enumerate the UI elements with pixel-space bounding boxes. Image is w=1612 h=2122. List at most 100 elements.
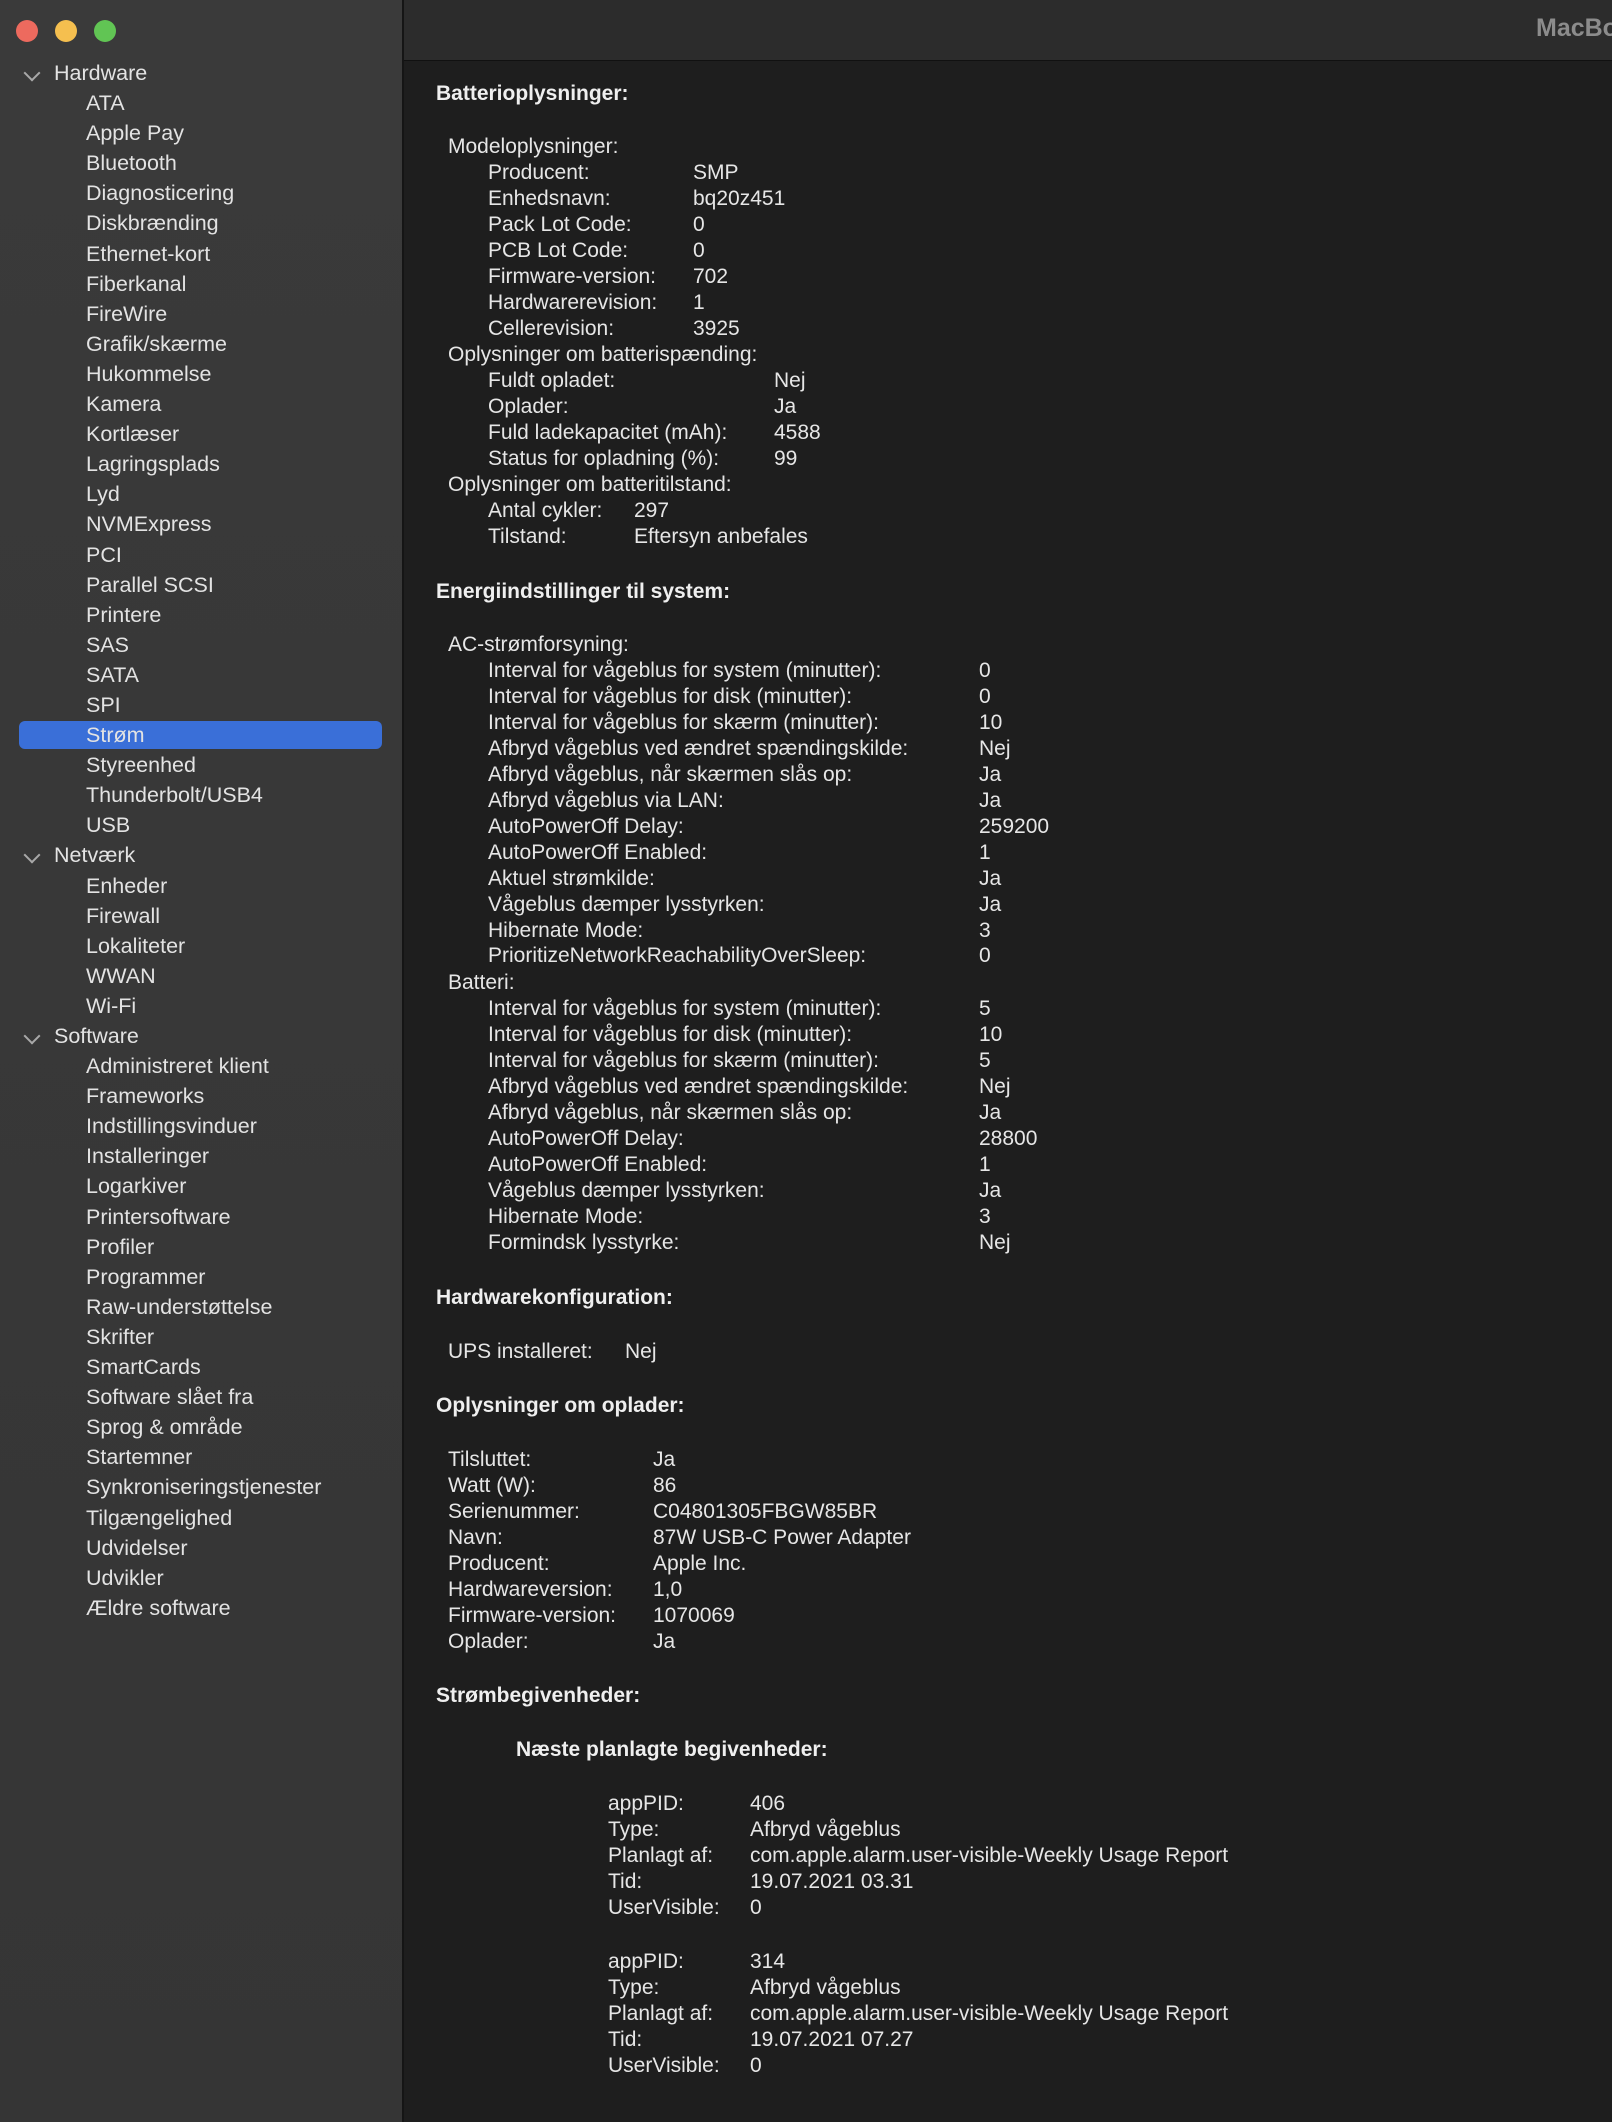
sidebar-item-label: Printere (86, 602, 162, 627)
sidebar-item-parallel-scsi[interactable]: Parallel SCSI (0, 570, 402, 600)
sidebar-item-logarkiver[interactable]: Logarkiver (0, 1171, 402, 1201)
zoom-window-button[interactable] (94, 20, 116, 42)
subsection-heading: AC-strømforsyning: (448, 633, 629, 656)
sidebar-item-styreenhed[interactable]: Styreenhed (0, 750, 402, 780)
sidebar-item-thunderbolt-usb4[interactable]: Thunderbolt/USB4 (0, 780, 402, 810)
sidebar-item-installeringer[interactable]: Installeringer (0, 1141, 402, 1171)
sidebar-item-label: Hardware (54, 61, 148, 85)
charger-info-value: C04801305FBGW85BR (653, 1499, 878, 1523)
main-pane: MacBo Batterioplysninger: Modeloplysninge… (404, 0, 1612, 2122)
sidebar-item-label: SATA (86, 662, 139, 687)
battery-setting-label: Interval for vågeblus for skærm (minutte… (488, 1048, 879, 1072)
health-info-value: 297 (634, 499, 670, 522)
close-window-button[interactable] (16, 20, 38, 42)
model-info-label: Enhedsnavn: (488, 186, 611, 210)
sidebar-item-sas[interactable]: SAS (0, 630, 402, 660)
sidebar-item-label: USB (86, 813, 131, 838)
model-info-value: 1 (693, 290, 705, 314)
sidebar-item-sprog-omra-de[interactable]: Sprog & område (0, 1412, 402, 1442)
sidebar-item-wi-fi[interactable]: Wi-Fi (0, 991, 402, 1021)
sidebar-item-printersoftware[interactable]: Printersoftware (0, 1202, 402, 1232)
battery-setting-value: Nej (979, 1074, 1011, 1098)
sidebar-item-label: Software slået fra (86, 1385, 254, 1410)
sidebar-item-synkroniseringstjenester[interactable]: Synkroniseringstjenester (0, 1472, 402, 1502)
sidebar-item-startemner[interactable]: Startemner (0, 1442, 402, 1472)
sidebar-item-spi[interactable]: SPI (0, 690, 402, 720)
sidebar-item-frameworks[interactable]: Frameworks (0, 1081, 402, 1111)
sidebar-item-ethernet-kort[interactable]: Ethernet-kort (0, 239, 402, 269)
sidebar-item-lokaliteter[interactable]: Lokaliteter (0, 931, 402, 961)
sidebar-item-diskbr-nding[interactable]: Diskbrænding (0, 208, 402, 238)
event-2-label: Planlagt af: (608, 2001, 714, 2025)
sidebar-item-firewire[interactable]: FireWire (0, 299, 402, 329)
sidebar-item-hukommelse[interactable]: Hukommelse (0, 359, 402, 389)
sidebar-item-str-m[interactable]: Strøm (0, 720, 402, 750)
charge-info-label: Oplader: (488, 394, 569, 418)
sidebar-item-kortl-ser[interactable]: Kortlæser (0, 419, 402, 449)
charge-info-label: Fuldt opladet: (488, 369, 616, 392)
charger-info-value: Apple Inc. (653, 1551, 747, 1575)
sidebar-item-label: NVMExpress (86, 512, 212, 537)
sidebar-item-udvikler[interactable]: Udvikler (0, 1563, 402, 1593)
sidebar-item-label: Programmer (86, 1264, 206, 1289)
ac-setting-value: 0 (979, 684, 991, 708)
sidebar-item-label: FireWire (86, 301, 168, 326)
sidebar-item-diagnosticering[interactable]: Diagnosticering (0, 178, 402, 208)
sidebar-item-lyd[interactable]: Lyd (0, 479, 402, 509)
sidebar-item-indstillingsvinduer[interactable]: Indstillingsvinduer (0, 1111, 402, 1141)
sidebar-item-apple-pay[interactable]: Apple Pay (0, 118, 402, 148)
ac-setting-value: Ja (979, 892, 1002, 916)
sidebar-item-fiberkanal[interactable]: Fiberkanal (0, 269, 402, 299)
sidebar-item-label: Wi-Fi (86, 993, 137, 1018)
sidebar-item-grafik-sk-rme[interactable]: Grafik/skærme (0, 329, 402, 359)
battery-setting-value: 1 (979, 1152, 991, 1176)
chevron-down-icon[interactable] (23, 64, 41, 82)
sidebar-item-skrifter[interactable]: Skrifter (0, 1322, 402, 1352)
sidebar-item-usb[interactable]: USB (0, 810, 402, 840)
sidebar-item-printere[interactable]: Printere (0, 600, 402, 630)
sidebar-item-label: Raw-understøttelse (86, 1294, 273, 1319)
sidebar-item-tilg-ngelighed[interactable]: Tilgængelighed (0, 1503, 402, 1533)
sidebar-item-raw-underst-ttelse[interactable]: Raw-understøttelse (0, 1292, 402, 1322)
ac-setting-value: Ja (979, 762, 1002, 786)
sidebar-item-programmer[interactable]: Programmer (0, 1262, 402, 1292)
sidebar-item-sata[interactable]: SATA (0, 660, 402, 690)
sidebar-item-lagringsplads[interactable]: Lagringsplads (0, 449, 402, 479)
ac-setting-value: 1 (979, 840, 991, 864)
sidebar-item-pci[interactable]: PCI (0, 540, 402, 570)
section-heading-events: Strømbegivenheder: (436, 1684, 641, 1707)
model-info-value: 0 (693, 212, 705, 236)
sidebar-item-software-sla-et-fra[interactable]: Software slået fra (0, 1382, 402, 1412)
sidebar-item-label: Profiler (86, 1234, 155, 1259)
battery-setting-value: 5 (979, 997, 991, 1020)
sidebar-group-hardware[interactable]: Hardware (0, 58, 402, 88)
sidebar-item-bluetooth[interactable]: Bluetooth (0, 148, 402, 178)
sidebar-item-ata[interactable]: ATA (0, 88, 402, 118)
sidebar-item-profiler[interactable]: Profiler (0, 1232, 402, 1262)
chevron-down-icon[interactable] (23, 1027, 41, 1045)
charger-info-label: Serienummer: (448, 1499, 580, 1523)
sidebar-item-ldre-software[interactable]: Ældre software (0, 1593, 402, 1623)
sidebar: Hardware ATA Apple Pay Bluetooth Diagnostice… (0, 0, 404, 2122)
charge-info-label: Fuld ladekapacitet (mAh): (488, 420, 728, 444)
sidebar-item-enheder[interactable]: Enheder (0, 871, 402, 901)
sidebar-item-label: Administreret klient (86, 1054, 269, 1079)
sidebar-item-administreret-klient[interactable]: Administreret klient (0, 1051, 402, 1081)
event-2-label: UserVisible: (608, 2053, 720, 2077)
sidebar-item-udvidelser[interactable]: Udvidelser (0, 1533, 402, 1563)
sidebar-item-label: Indstillingsvinduer (86, 1114, 257, 1139)
sidebar-item-wwan[interactable]: WWAN (0, 961, 402, 991)
sidebar-group-netv-rk[interactable]: Netværk (0, 840, 402, 870)
minimize-window-button[interactable] (55, 20, 77, 42)
ac-setting-value: Ja (979, 866, 1002, 890)
chevron-down-icon[interactable] (23, 846, 41, 864)
battery-setting-value: Nej (979, 1230, 1011, 1254)
sidebar-group-software[interactable]: Software (0, 1021, 402, 1051)
sidebar-item-firewall[interactable]: Firewall (0, 901, 402, 931)
sidebar-item-smartcards[interactable]: SmartCards (0, 1352, 402, 1382)
sidebar-item-kamera[interactable]: Kamera (0, 389, 402, 419)
battery-setting-label: Hibernate Mode: (488, 1204, 644, 1228)
subsection-heading: Batteri: (448, 971, 515, 994)
sidebar-item-nvmexpress[interactable]: NVMExpress (0, 509, 402, 539)
sidebar-item-label: Kamera (86, 392, 162, 417)
